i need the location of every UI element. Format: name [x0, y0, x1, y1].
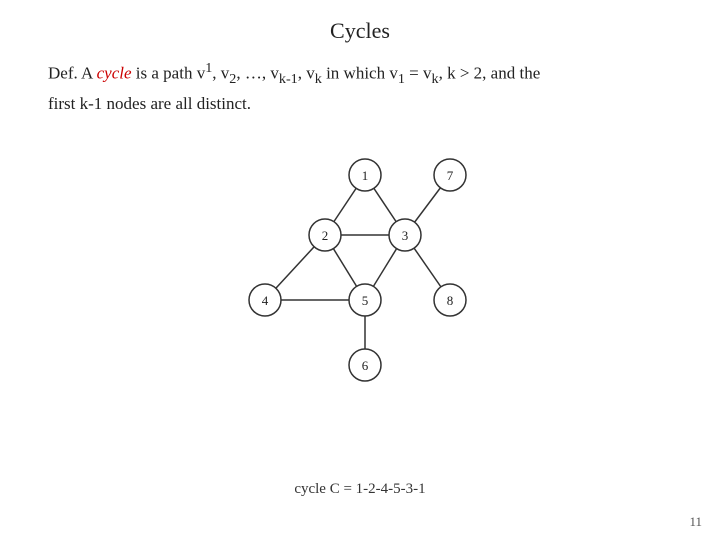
def-part7: = v [405, 64, 432, 83]
definition-text: Def. A cycle is a path v1, v2, …, vk-1, … [48, 58, 672, 117]
svg-text:2: 2 [322, 228, 329, 243]
slide-title: Cycles [0, 0, 720, 44]
graph-nodes: 1 7 2 3 4 5 8 6 [249, 159, 466, 381]
def-subk1: k-1 [279, 71, 298, 87]
def-part1: Def. A [48, 64, 97, 83]
def-part6: in which v [322, 64, 398, 83]
svg-text:6: 6 [362, 358, 369, 373]
graph-caption: cycle C = 1-2-4-5-3-1 [294, 481, 425, 498]
def-keyword: cycle [97, 64, 132, 83]
def-part8: , k > 2, and the [439, 64, 541, 83]
def-part4: , …, v [236, 64, 279, 83]
svg-text:8: 8 [447, 293, 454, 308]
def-sub1b: 1 [398, 71, 405, 87]
def-part2: is a path v [132, 64, 206, 83]
def-line2: first k-1 nodes are all distinct. [48, 94, 251, 113]
svg-text:3: 3 [402, 228, 409, 243]
def-subkb: k [432, 71, 439, 87]
svg-text:5: 5 [362, 293, 369, 308]
def-part3: , v [212, 64, 229, 83]
graph-edges [265, 175, 450, 365]
slide-number: 11 [689, 514, 702, 530]
svg-text:1: 1 [362, 168, 369, 183]
graph-svg: 1 7 2 3 4 5 8 6 [230, 155, 490, 385]
def-part5: , v [298, 64, 315, 83]
def-subk: k [315, 71, 322, 87]
graph-diagram: 1 7 2 3 4 5 8 6 [230, 155, 490, 385]
svg-text:7: 7 [447, 168, 454, 183]
svg-text:4: 4 [262, 293, 269, 308]
